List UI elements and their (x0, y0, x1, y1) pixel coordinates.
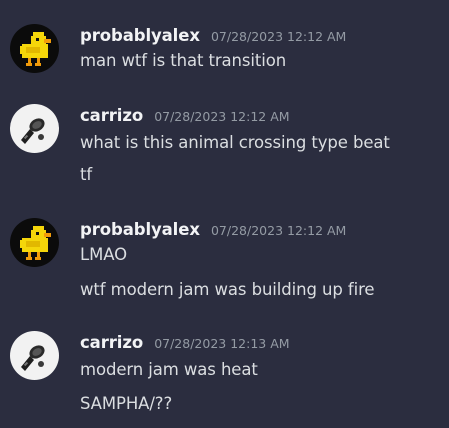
message-header: carrizo 07/28/2023 12:12 AM (80, 106, 290, 128)
timestamp: 07/28/2023 12:12 AM (154, 109, 290, 124)
user-avatar[interactable] (10, 104, 59, 153)
chat-message-list: probablyalex 07/28/2023 12:12 AM man wtf… (0, 0, 449, 428)
pixel-duck-icon (10, 24, 59, 73)
message-header: probablyalex 07/28/2023 12:12 AM (80, 220, 346, 242)
microphone-icon (10, 331, 59, 380)
user-avatar[interactable] (10, 331, 59, 380)
message-text: what is this animal crossing type beat (80, 133, 390, 152)
user-avatar[interactable] (10, 24, 59, 73)
message-header: carrizo 07/28/2023 12:13 AM (80, 333, 290, 355)
microphone-icon (10, 104, 59, 153)
message-text: LMAO (80, 245, 128, 264)
username[interactable]: carrizo (80, 106, 143, 125)
user-avatar[interactable] (10, 218, 59, 267)
message-text: modern jam was heat (80, 360, 258, 379)
username[interactable]: probablyalex (80, 220, 200, 239)
message-header: probablyalex 07/28/2023 12:12 AM (80, 26, 346, 48)
pixel-duck-icon (10, 218, 59, 267)
message-text: man wtf is that transition (80, 51, 287, 70)
username[interactable]: carrizo (80, 333, 143, 352)
username[interactable]: probablyalex (80, 26, 200, 45)
timestamp: 07/28/2023 12:12 AM (210, 29, 347, 44)
message-text: wtf modern jam was building up fire (80, 280, 375, 299)
message-text: tf (80, 165, 93, 184)
timestamp: 07/28/2023 12:12 AM (210, 223, 347, 238)
timestamp: 07/28/2023 12:13 AM (154, 336, 290, 351)
message-text: SAMPHA/?? (80, 394, 173, 413)
